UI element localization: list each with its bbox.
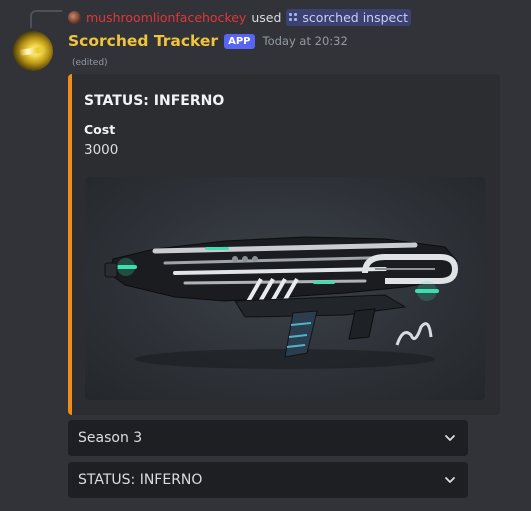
skin-select[interactable]: STATUS: INFERNO (68, 462, 468, 498)
season-select[interactable]: Season 3 (68, 420, 468, 456)
season-select-value: Season 3 (78, 430, 143, 446)
user-mini-avatar[interactable] (68, 10, 81, 24)
command-username[interactable]: mushroomlionfacehockey (86, 10, 246, 25)
embed-field-value: 3000 (84, 142, 119, 158)
message-header: Scorched Tracker APP Today at 20:32 (68, 30, 348, 52)
command-used-text: used (251, 9, 282, 25)
embed-title: STATUS: INFERNO (84, 93, 225, 109)
app-badge: APP (224, 33, 255, 49)
chevron-down-icon (445, 435, 455, 441)
command-usage-line: mushroomlionfacehockey used scorched ins… (68, 8, 412, 26)
edited-marker: (edited) (72, 58, 108, 68)
bot-name[interactable]: Scorched Tracker (68, 32, 218, 50)
command-name: scorched inspect (302, 9, 409, 25)
skin-select-value: STATUS: INFERNO (78, 472, 203, 488)
reply-connector (30, 10, 62, 28)
weapon-skin-image[interactable] (85, 177, 485, 400)
weapon-illustration (104, 236, 459, 369)
bot-avatar[interactable] (13, 31, 53, 71)
embed-field-name: Cost (84, 122, 116, 137)
message-timestamp[interactable]: Today at 20:32 (263, 34, 348, 48)
embed-card: STATUS: INFERNO Cost 3000 (68, 74, 500, 415)
slash-command-icon (289, 12, 298, 22)
command-name-pill[interactable]: scorched inspect (286, 8, 412, 26)
chevron-down-icon (445, 477, 455, 483)
